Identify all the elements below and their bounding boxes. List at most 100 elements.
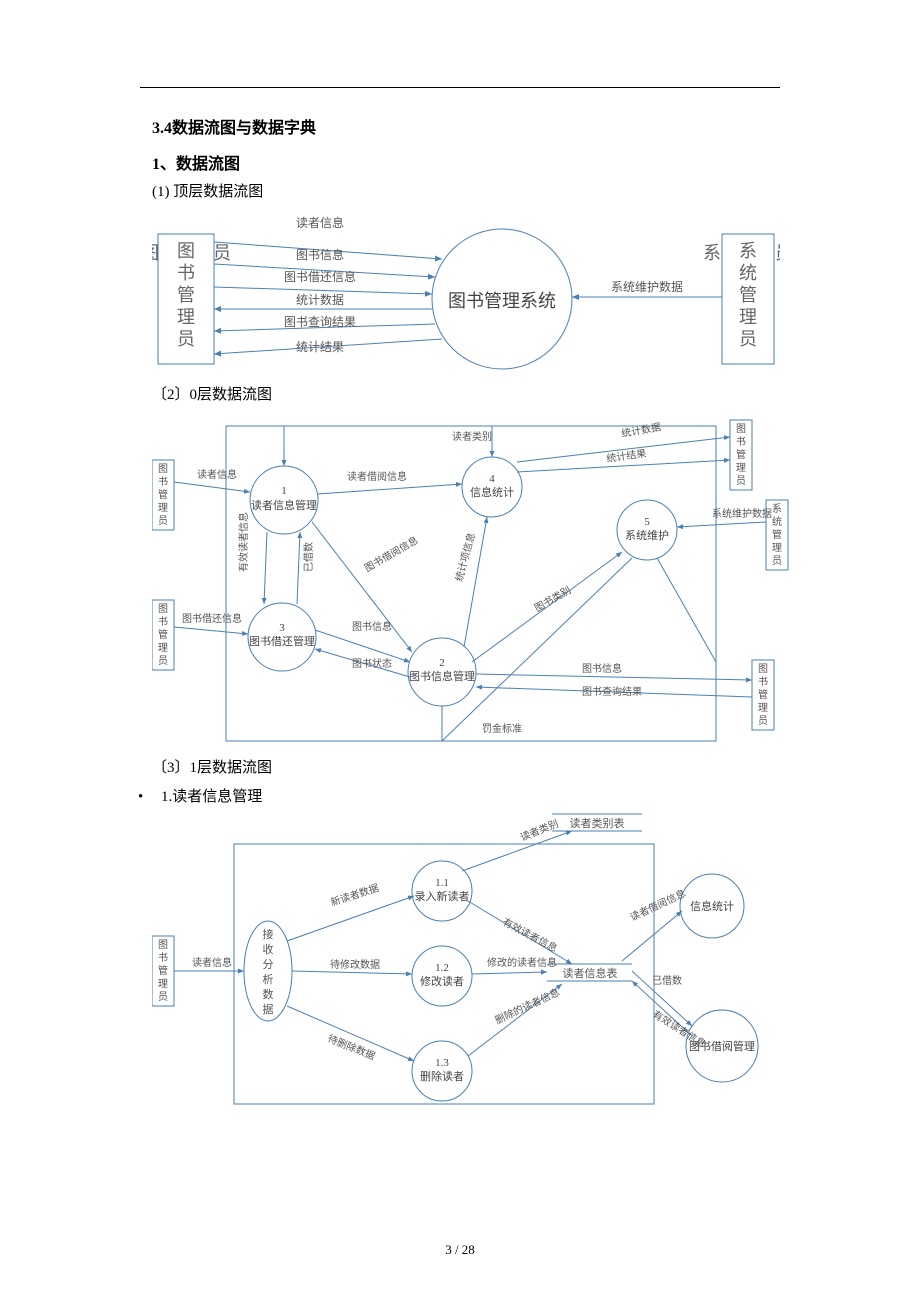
svg-text:录入新读者: 录入新读者	[415, 889, 470, 903]
svg-text:3: 3	[279, 622, 285, 634]
svg-text:图: 图	[736, 423, 746, 435]
svg-text:图: 图	[158, 939, 168, 951]
svg-text:统: 统	[772, 515, 782, 528]
svg-text:读者借阅信息: 读者借阅信息	[347, 470, 407, 483]
svg-text:读者信息: 读者信息	[197, 468, 237, 481]
content-area: 3.4数据流图与数据字典 1、数据流图 (1) 顶层数据流图 图书管理员 系统管…	[152, 110, 780, 1116]
svg-text:理: 理	[758, 702, 768, 714]
flow-label: 读者信息	[296, 215, 344, 230]
svg-text:管: 管	[739, 285, 757, 305]
svg-text:理: 理	[158, 642, 168, 654]
svg-text:系统维护数据: 系统维护数据	[712, 507, 772, 520]
center-process: 图书管理系统	[448, 291, 556, 311]
heading-1: 1、数据流图	[152, 150, 780, 174]
svg-text:已借数: 已借数	[652, 974, 682, 987]
diagram-top-level: 图书管理员 系统管理员 图书管理系统 读者信息 图书信息 图书借还信息 统	[152, 209, 780, 379]
svg-text:理: 理	[158, 502, 168, 514]
svg-text:图书信息: 图书信息	[352, 620, 392, 633]
svg-text:理: 理	[158, 978, 168, 990]
svg-text:书: 书	[736, 436, 746, 448]
svg-text:图: 图	[177, 241, 195, 261]
heading-1-2: 〔2〕0层数据流图	[152, 383, 780, 404]
header-rule	[140, 87, 780, 88]
svg-text:图: 图	[158, 463, 168, 475]
svg-text:图: 图	[158, 603, 168, 615]
svg-text:系: 系	[739, 241, 757, 261]
svg-text:罚金标准: 罚金标准	[482, 722, 522, 735]
svg-text:员: 员	[177, 329, 195, 349]
svg-text:删除读者: 删除读者	[420, 1069, 464, 1083]
heading-1-3: 〔3〕1层数据流图	[152, 756, 780, 777]
svg-text:读者类别表: 读者类别表	[570, 816, 625, 830]
svg-text:2: 2	[439, 657, 445, 669]
svg-text:5: 5	[644, 516, 650, 528]
svg-text:理: 理	[739, 307, 757, 327]
flow-label: 统计数据	[296, 292, 344, 307]
svg-text:员: 员	[158, 515, 168, 527]
svg-text:有效读者信息: 有效读者信息	[237, 512, 250, 572]
svg-text:4: 4	[489, 473, 495, 485]
svg-text:数: 数	[263, 988, 274, 1001]
svg-text:图书借还管理: 图书借还管理	[249, 634, 315, 648]
flow-label: 统计结果	[296, 340, 344, 354]
svg-text:图: 图	[758, 663, 768, 675]
svg-text:1.1: 1.1	[435, 877, 449, 889]
heading-3-4: 3.4数据流图与数据字典	[152, 114, 780, 138]
svg-text:管: 管	[177, 285, 195, 305]
svg-text:书: 书	[758, 676, 768, 688]
svg-text:图书状态: 图书状态	[352, 657, 392, 670]
svg-text:1: 1	[281, 485, 287, 497]
svg-text:接: 接	[263, 928, 274, 941]
svg-text:员: 员	[739, 329, 757, 349]
flow-label: 系统维护数据	[611, 279, 683, 294]
svg-text:读者信息: 读者信息	[192, 956, 232, 969]
svg-text:理: 理	[736, 462, 746, 474]
svg-text:信息统计: 信息统计	[470, 485, 514, 499]
svg-text:1.3: 1.3	[435, 1057, 449, 1069]
svg-text:据: 据	[263, 1002, 274, 1016]
flow-label: 图书查询结果	[284, 315, 356, 329]
svg-text:员: 员	[772, 555, 782, 567]
svg-text:图书信息: 图书信息	[582, 662, 622, 675]
bullet-label: 1.读者信息管理	[161, 789, 262, 805]
svg-text:统: 统	[739, 263, 757, 283]
svg-text:系: 系	[772, 503, 782, 515]
svg-text:读者信息表: 读者信息表	[563, 966, 618, 980]
svg-text:信息统计: 信息统计	[690, 899, 734, 913]
svg-text:系统维护: 系统维护	[625, 528, 669, 542]
svg-text:书: 书	[158, 616, 168, 628]
svg-text:理: 理	[177, 307, 195, 327]
svg-text:读者类别: 读者类别	[518, 817, 560, 844]
svg-text:分: 分	[263, 958, 274, 971]
svg-text:1.2: 1.2	[435, 962, 449, 974]
svg-text:图书信息管理: 图书信息管理	[409, 669, 475, 683]
svg-text:管: 管	[772, 528, 782, 541]
svg-text:员: 员	[158, 991, 168, 1003]
svg-text:书: 书	[158, 476, 168, 488]
page-number: 3 / 28	[0, 1242, 920, 1258]
svg-text:修改的读者信息: 修改的读者信息	[487, 956, 557, 969]
svg-text:图书借还信息: 图书借还信息	[182, 612, 242, 625]
svg-text:收: 收	[263, 942, 274, 956]
svg-text:管: 管	[158, 964, 168, 977]
svg-text:管: 管	[736, 448, 746, 461]
diagram-level-1-reader: 图书管理员 接收分析数据 1.1录入新读者 1.2修改读者 1.3删除读者 信息…	[152, 806, 792, 1116]
svg-text:管: 管	[758, 688, 768, 701]
flow-label: 图书借还信息	[284, 269, 356, 284]
svg-text:析: 析	[263, 972, 274, 986]
flow-label: 图书信息	[296, 247, 344, 262]
svg-text:员: 员	[736, 475, 746, 487]
svg-text:图书查询结果: 图书查询结果	[582, 685, 642, 698]
svg-text:管: 管	[158, 488, 168, 501]
svg-text:书: 书	[177, 263, 195, 283]
svg-text:修改读者: 修改读者	[420, 974, 464, 988]
bullet-1-1: 1.读者信息管理	[138, 785, 780, 806]
svg-text:已借数: 已借数	[302, 542, 315, 572]
svg-text:书: 书	[158, 952, 168, 964]
document-page: 3.4数据流图与数据字典 1、数据流图 (1) 顶层数据流图 图书管理员 系统管…	[0, 0, 920, 1302]
svg-text:管: 管	[158, 628, 168, 641]
svg-text:待修改数据: 待修改数据	[330, 958, 380, 971]
diagram-level-0: 图书管理员 图书管理员 图书管理员 系统管理员 图书管理员 1读者信息管理	[152, 412, 792, 752]
svg-text:读者信息管理: 读者信息管理	[251, 498, 317, 512]
svg-text:员: 员	[158, 655, 168, 667]
